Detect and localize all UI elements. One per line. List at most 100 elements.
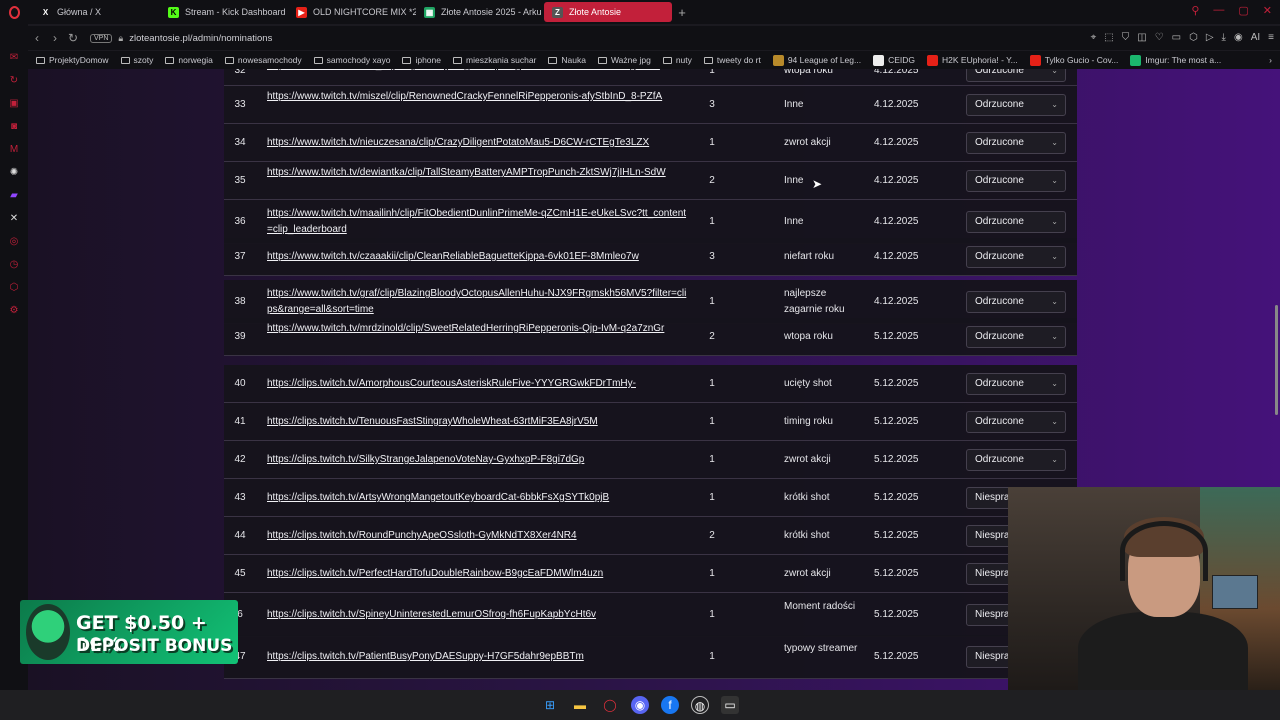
menu-icon[interactable]: ≡ <box>1268 32 1274 43</box>
clip-link[interactable]: https://www.twitch.tv/graf/clip/BlazingB… <box>267 286 687 318</box>
camera-icon[interactable]: ◫ <box>1137 32 1146 43</box>
reload-icon[interactable]: ↻ <box>9 75 20 86</box>
clip-link[interactable]: https://www.twitch.tv/mrdzinold/clip/Swe… <box>267 321 687 337</box>
bookmark-item[interactable]: CEIDG <box>873 54 915 66</box>
new-tab-button[interactable]: + <box>672 5 692 20</box>
clip-link[interactable]: https://www.twitch.tv/inet_saju/clip/Mus… <box>267 69 687 74</box>
obs-icon[interactable]: ◍ <box>691 696 709 714</box>
facebook-icon[interactable]: f <box>661 696 679 714</box>
category-label: Moment radości <box>784 601 856 612</box>
bookmark-item[interactable]: mieszkania suchar <box>453 55 536 65</box>
clip-link[interactable]: https://www.twitch.tv/maailinh/clip/FitO… <box>267 206 687 238</box>
bookmark-item[interactable]: Nauka <box>548 55 586 65</box>
bookmark-item[interactable]: Tylko Gucio - Cov... <box>1029 54 1118 66</box>
heart-icon[interactable]: ♡ <box>1155 32 1164 43</box>
opera-logo-icon[interactable] <box>0 0 28 24</box>
clip-link[interactable]: https://clips.twitch.tv/PatientBusyPonyD… <box>267 649 687 665</box>
maximize-icon[interactable]: ▢ <box>1238 4 1248 17</box>
file-explorer-icon[interactable]: ▬ <box>571 696 589 714</box>
status-select[interactable]: Odrzucone ⌄ <box>966 449 1066 471</box>
clip-link[interactable]: https://clips.twitch.tv/AmorphousCourteo… <box>267 376 687 392</box>
status-select[interactable]: Odrzucone ⌄ <box>966 326 1066 348</box>
bookmark-item[interactable]: ProjektyDomow <box>36 55 109 65</box>
bookmark-item[interactable]: Ważne jpg <box>597 55 651 65</box>
clip-link[interactable]: https://www.twitch.tv/dewiantka/clip/Tal… <box>267 165 687 181</box>
opera-icon[interactable]: ◯ <box>601 696 619 714</box>
tab-kick[interactable]: K Stream - Kick Dashboard <box>160 2 288 22</box>
bookmark-item[interactable]: H2K EUphoria! - Y... <box>927 54 1018 66</box>
shield-icon[interactable]: ⛉ <box>1122 32 1130 43</box>
status-select[interactable]: Odrzucone ⌄ <box>966 373 1066 395</box>
tab-zlote-antosie[interactable]: Z Złote Antosie <box>544 2 672 22</box>
close-icon[interactable]: ✕ <box>1263 4 1272 17</box>
date-label: 4.12.2025 <box>874 99 919 110</box>
vpn-badge[interactable]: VPN <box>90 33 113 43</box>
back-icon[interactable]: ‹ <box>28 31 46 45</box>
messenger-icon[interactable]: ✉ <box>9 52 20 63</box>
wallet-icon[interactable]: ▭ <box>1172 32 1181 43</box>
chevron-right-icon[interactable]: › <box>1269 55 1272 65</box>
tab-twitter[interactable]: X Główna / X <box>32 2 160 22</box>
bookmark-item[interactable]: 94 League of Leg... <box>772 54 861 66</box>
status-select[interactable]: Odrzucone ⌄ <box>966 246 1066 268</box>
category-label: Inne <box>784 175 804 186</box>
promo-banner: GET $0.50 + 10% DEPOSIT BONUS <box>20 600 238 664</box>
chatgpt-icon[interactable]: ✺ <box>9 167 20 178</box>
bookmark-item[interactable]: tweety do rt <box>703 55 761 65</box>
clip-link[interactable]: https://clips.twitch.tv/ArtsyWrongManget… <box>267 490 687 506</box>
history-icon[interactable]: ◷ <box>9 259 20 270</box>
x-icon[interactable]: ✕ <box>9 213 20 224</box>
forward-icon[interactable]: › <box>46 31 64 45</box>
status-select[interactable]: Odrzucone ⌄ <box>966 94 1066 116</box>
tab-sheets[interactable]: ▦ Złote Antosie 2025 - Arku <box>416 2 544 22</box>
screenshot-icon[interactable]: ⬚ <box>1104 32 1113 43</box>
clip-link[interactable]: https://www.twitch.tv/nieuczesana/clip/C… <box>267 135 687 151</box>
settings-icon[interactable]: ⚙ <box>9 305 20 316</box>
twitch-icon[interactable]: ▰ <box>9 190 20 201</box>
clip-link[interactable]: https://clips.twitch.tv/TenuousFastSting… <box>267 414 687 430</box>
chat-icon[interactable]: ◙ <box>9 121 20 132</box>
terminal-icon[interactable]: ▭ <box>721 696 739 714</box>
bookmark-item[interactable]: samochody xayo <box>313 55 390 65</box>
clip-link[interactable]: https://clips.twitch.tv/PerfectHardTofuD… <box>267 566 687 582</box>
status-select[interactable]: Odrzucone ⌄ <box>966 132 1066 154</box>
clip-link[interactable]: https://clips.twitch.tv/SilkyStrangeJala… <box>267 452 687 468</box>
tab-youtube[interactable]: ▶ OLD NIGHTCORE MIX *20 <box>288 2 416 22</box>
ai-button[interactable]: AI <box>1251 32 1260 43</box>
lock-icon[interactable]: 🔒︎ <box>118 33 123 44</box>
minimize-icon[interactable]: — <box>1213 4 1224 17</box>
discord-icon[interactable]: ◉ <box>631 696 649 714</box>
status-select[interactable]: Odrzucone ⌄ <box>966 291 1066 313</box>
gmail-icon[interactable]: M <box>9 144 20 155</box>
search-icon[interactable]: ⚲ <box>1191 4 1199 17</box>
bookmark-item[interactable]: Imgur: The most a... <box>1130 54 1221 66</box>
clip-link[interactable]: https://www.twitch.tv/czaaakii/clip/Clea… <box>267 249 687 265</box>
date-label: 4.12.2025 <box>874 251 919 262</box>
bookmark-item[interactable]: nowesamochody <box>224 55 302 65</box>
category-label: zwrot akcji <box>784 568 831 579</box>
reload-icon[interactable]: ↻ <box>64 31 82 45</box>
bookmark-item[interactable]: szoty <box>120 55 153 65</box>
player-icon[interactable]: ◎ <box>9 236 20 247</box>
status-select[interactable]: Odrzucone ⌄ <box>966 69 1066 82</box>
extensions-icon[interactable]: ⬡ <box>9 282 20 293</box>
scrollbar[interactable] <box>1275 305 1278 415</box>
windows-start-icon[interactable]: ⊞ <box>541 696 559 714</box>
download-icon[interactable]: ⤓ <box>1222 32 1226 43</box>
clip-link[interactable]: https://www.twitch.tv/miszel/clip/Renown… <box>267 89 687 105</box>
status-select[interactable]: Odrzucone ⌄ <box>966 411 1066 433</box>
url-field[interactable]: zloteantosie.pl/admin/nominations <box>129 33 272 44</box>
bookmark-item[interactable]: norwegia <box>165 55 213 65</box>
tab-bar: X Główna / X K Stream - Kick Dashboard ▶… <box>0 0 1280 24</box>
bookmark-item[interactable]: nuty <box>662 55 692 65</box>
status-select[interactable]: Odrzucone ⌄ <box>966 170 1066 192</box>
status-select[interactable]: Odrzucone ⌄ <box>966 211 1066 233</box>
clip-link[interactable]: https://clips.twitch.tv/RoundPunchyApeOS… <box>267 528 687 544</box>
play-icon[interactable]: ▷ <box>1206 32 1214 43</box>
bag-icon[interactable]: ▣ <box>9 98 20 109</box>
extensions-icon[interactable]: ⬡ <box>1189 32 1198 43</box>
bookmark-item[interactable]: iphone <box>402 55 441 65</box>
clip-link[interactable]: https://clips.twitch.tv/SpineyUninterest… <box>267 607 687 623</box>
profile-icon[interactable]: ◉ <box>1234 32 1243 43</box>
pin-icon[interactable]: ⌖ <box>1091 32 1097 43</box>
